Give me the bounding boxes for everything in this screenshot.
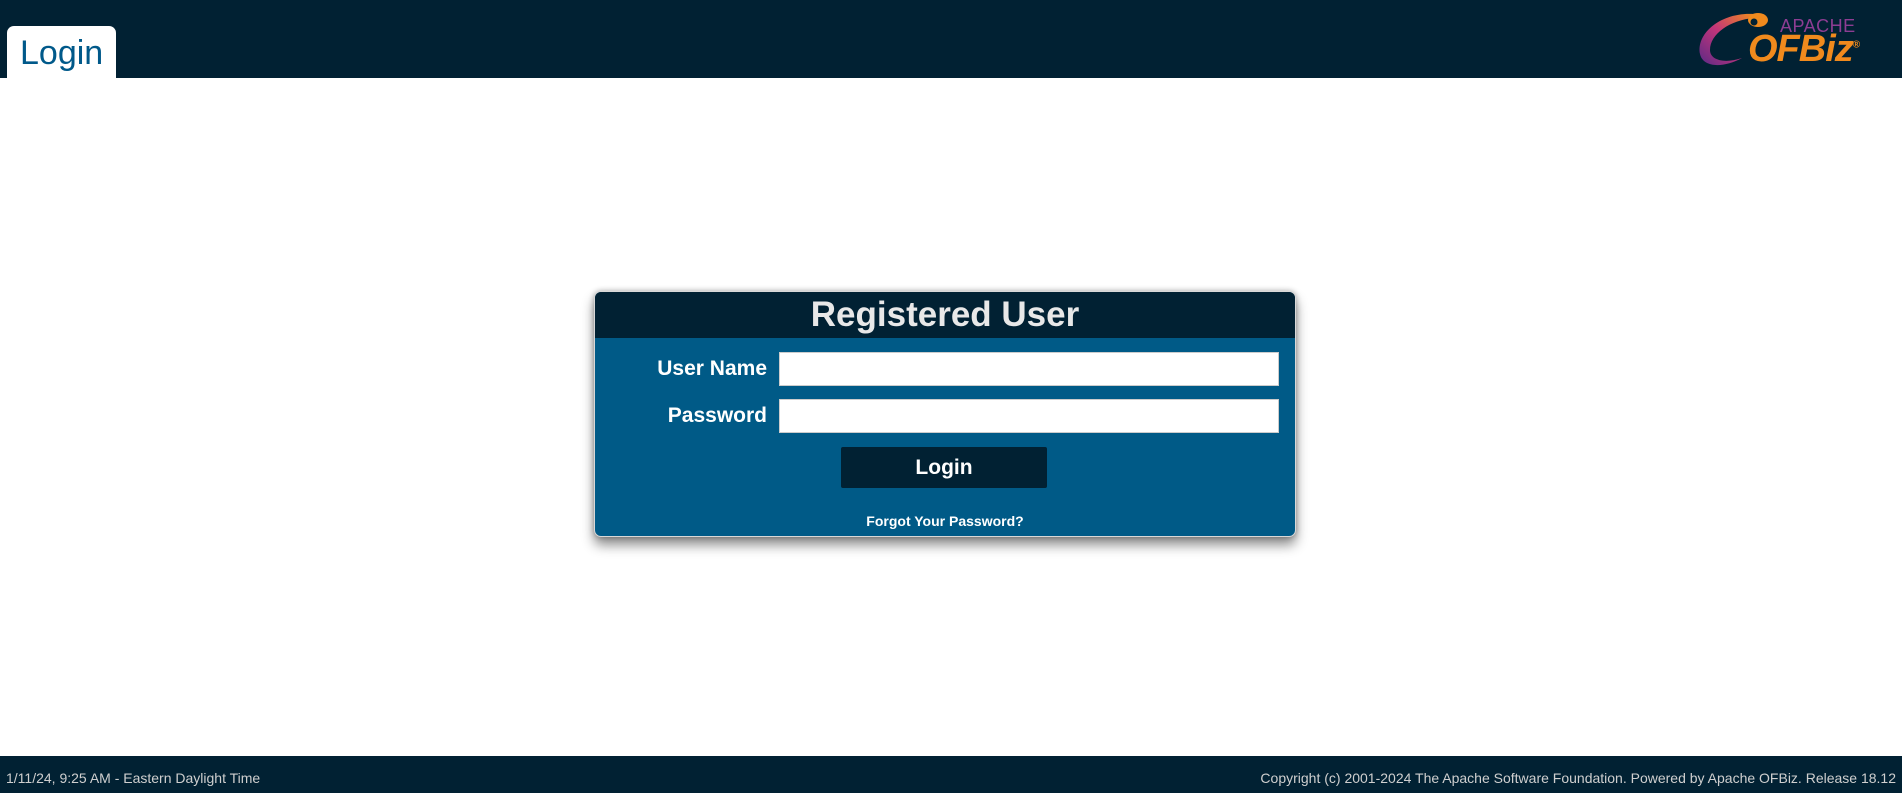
password-row: Password <box>595 399 1295 433</box>
tab-login-label: Login <box>20 34 104 72</box>
username-label: User Name <box>657 357 767 380</box>
forgot-password-link[interactable]: Forgot Your Password? <box>595 513 1295 529</box>
app-footer: 1/11/24, 9:25 AM - Eastern Daylight Time… <box>0 756 1902 793</box>
registered-mark: ® <box>1852 39 1860 51</box>
footer-timestamp: 1/11/24, 9:25 AM - Eastern Daylight Time <box>6 770 261 786</box>
ofbiz-logo[interactable]: APACHE OFBiz® <box>1690 6 1872 72</box>
username-row: User Name <box>595 352 1295 386</box>
username-input[interactable] <box>779 352 1279 386</box>
login-panel-title: Registered User <box>595 292 1295 338</box>
app-header: Login APACHE OFBiz® <box>0 0 1902 78</box>
tab-login[interactable]: Login <box>7 26 117 78</box>
login-button[interactable]: Login <box>841 447 1047 488</box>
logo-ofbiz-word: OFBiz <box>1748 28 1854 70</box>
footer-copyright: Copyright (c) 2001-2024 The Apache Softw… <box>1260 770 1896 786</box>
login-panel: Registered User User Name Password Login… <box>594 291 1296 537</box>
password-input[interactable] <box>779 399 1279 433</box>
logo-ofbiz-text: OFBiz® <box>1748 28 1860 71</box>
password-label: Password <box>667 404 767 427</box>
